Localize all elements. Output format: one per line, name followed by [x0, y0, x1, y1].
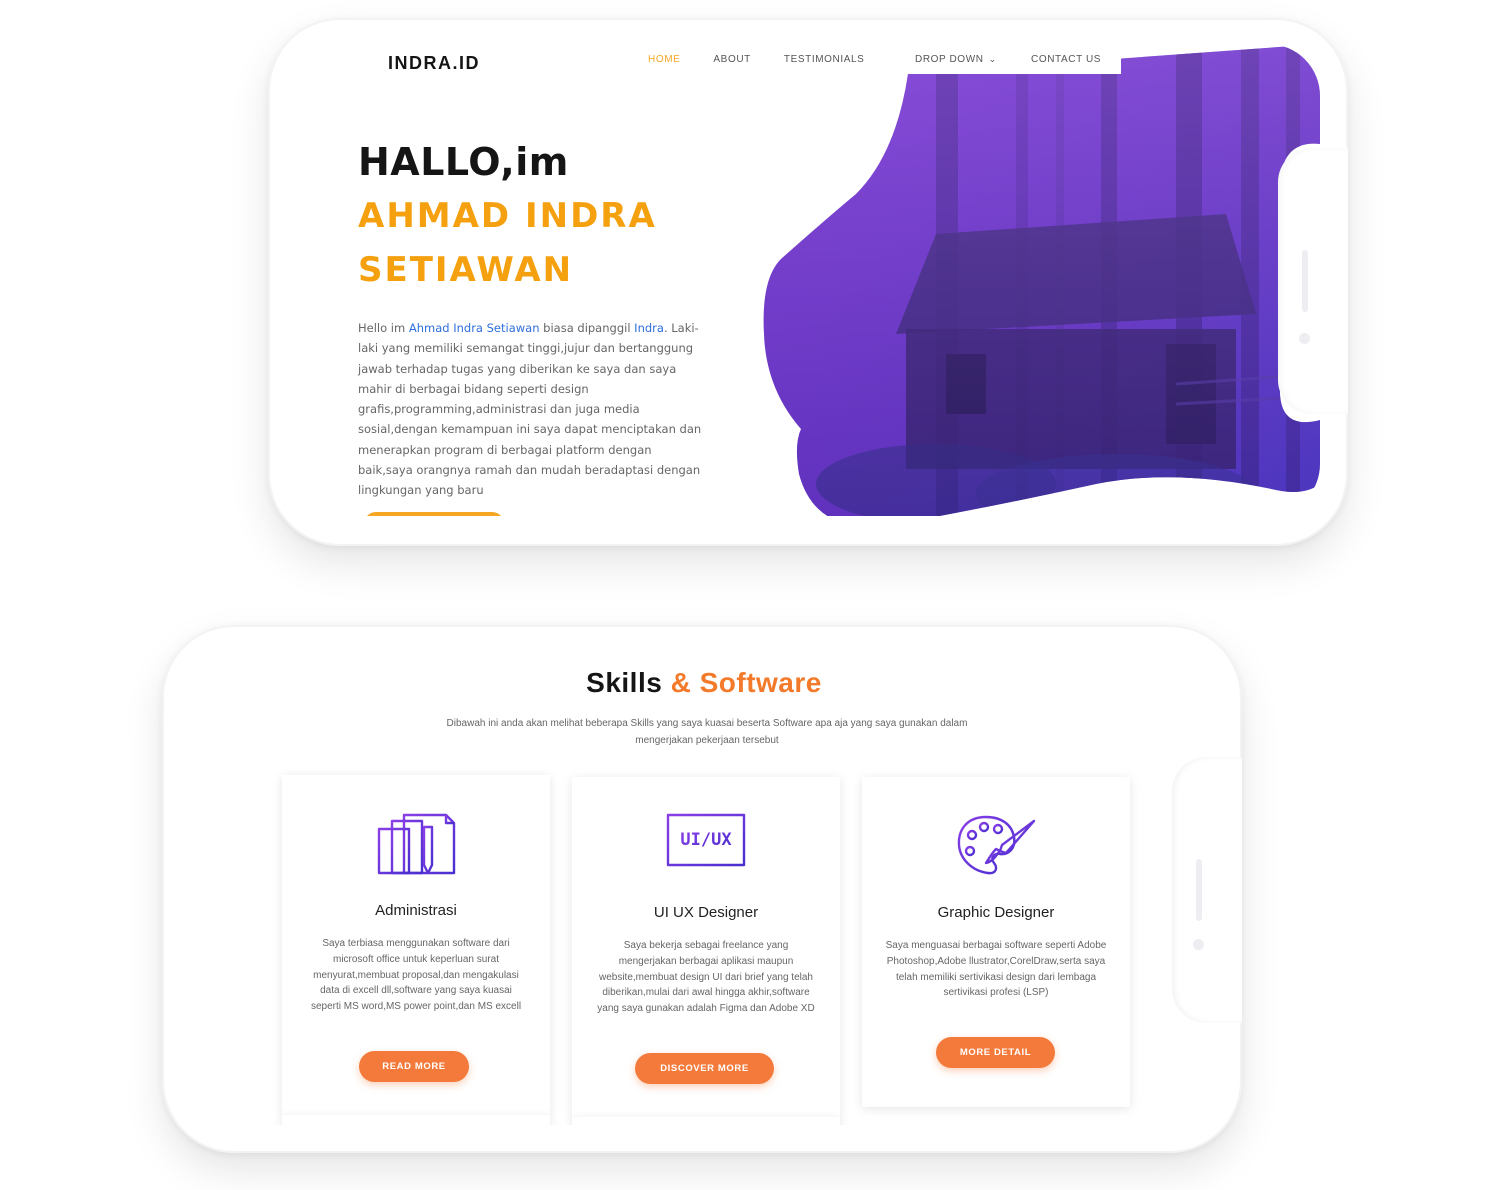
- nav-testimonials-link[interactable]: TESTIMONIALS: [784, 54, 865, 65]
- phone-camera: [1299, 333, 1310, 344]
- skill-card-description: Saya bekerja sebagai freelance yang meng…: [597, 940, 815, 1015]
- hero-greeting: HALLO,im: [358, 140, 569, 184]
- nav-dropdown-label: DROP DOWN: [915, 53, 984, 65]
- bio-text-start: Hello im: [358, 321, 409, 335]
- more-detail-button[interactable]: MORE DETAIL: [936, 1037, 1055, 1068]
- skill-card-graphic-designer: Graphic Designer Saya menguasai berbagai…: [862, 777, 1130, 1107]
- discover-more-button[interactable]: DISCOVER MORE: [635, 1053, 774, 1084]
- skill-card-description: Saya menguasai berbagai software seperti…: [885, 940, 1107, 999]
- skill-card-title: UI UX Designer: [653, 904, 759, 921]
- hero-bio-paragraph: Hello im Ahmad Indra Setiawan biasa dipa…: [358, 318, 708, 501]
- site-logo[interactable]: INDRA.ID: [388, 53, 480, 74]
- skill-card-description: Saya terbiasa menggunakan software dari …: [310, 938, 522, 1013]
- hero-name-last: SETIAWAN: [358, 250, 574, 290]
- skills-screen: Skills & Software Dibawah ini anda akan …: [192, 653, 1216, 1125]
- skill-card-next-row: [572, 1117, 840, 1125]
- skills-heading: Skills & Software: [192, 667, 1216, 699]
- bio-text-mid: biasa dipanggil: [539, 321, 635, 335]
- skill-card-administrasi: Administrasi Saya terbiasa menggunakan s…: [282, 775, 550, 1115]
- skill-card-ui-ux: UI/UX UI UX Designer Saya bekerja sebaga…: [572, 777, 840, 1117]
- phone-frame-landscape-bottom: Skills & Software Dibawah ini anda akan …: [162, 625, 1242, 1153]
- phone-notch: [1278, 148, 1348, 414]
- documents-icon: [377, 813, 456, 875]
- nav-dropdown-menu[interactable]: DROP DOWN ⌄: [915, 44, 997, 74]
- nav-home-link[interactable]: HOME: [648, 54, 680, 65]
- phone-frame-landscape-top: INDRA.ID HOME ABOUT TESTIMONIALS DROP DO…: [268, 18, 1348, 546]
- nav-contact-link[interactable]: CONTACT US: [1031, 44, 1101, 74]
- skills-subtitle: Dibawah ini anda akan melihat beberapa S…: [446, 718, 968, 746]
- palette-brush-icon: [957, 815, 1036, 875]
- bio-text-end: . Laki-laki yang memiliki semangat tingg…: [358, 321, 702, 498]
- phone-notch: [1172, 757, 1242, 1023]
- skill-card-title: Administrasi: [375, 902, 457, 919]
- website-hero-screen: INDRA.ID HOME ABOUT TESTIMONIALS DROP DO…: [296, 44, 1320, 516]
- ui-ux-monitor-icon: UI/UX: [666, 813, 746, 877]
- skills-heading-main: Skills: [586, 667, 663, 698]
- read-more-button[interactable]: READ MORE: [359, 1051, 469, 1082]
- phone-speaker: [1196, 859, 1202, 921]
- nav-about-link[interactable]: ABOUT: [713, 54, 750, 65]
- phone-speaker: [1302, 250, 1308, 312]
- skill-card-title: Graphic Designer: [937, 904, 1055, 921]
- skill-card-next-row: [282, 1115, 550, 1125]
- chevron-down-icon: ⌄: [988, 53, 997, 64]
- hero-name-first: AHMAD INDRA: [358, 196, 657, 236]
- main-navigation: HOME ABOUT TESTIMONIALS: [648, 44, 897, 74]
- hero-cta-button[interactable]: [364, 512, 504, 516]
- skills-heading-accent: & Software: [670, 667, 822, 698]
- phone-camera: [1193, 939, 1204, 950]
- bio-name-link[interactable]: Ahmad Indra Setiawan: [409, 321, 540, 335]
- bio-nickname-link[interactable]: Indra: [634, 321, 664, 335]
- ui-ux-icon-text: UI/UX: [680, 830, 732, 850]
